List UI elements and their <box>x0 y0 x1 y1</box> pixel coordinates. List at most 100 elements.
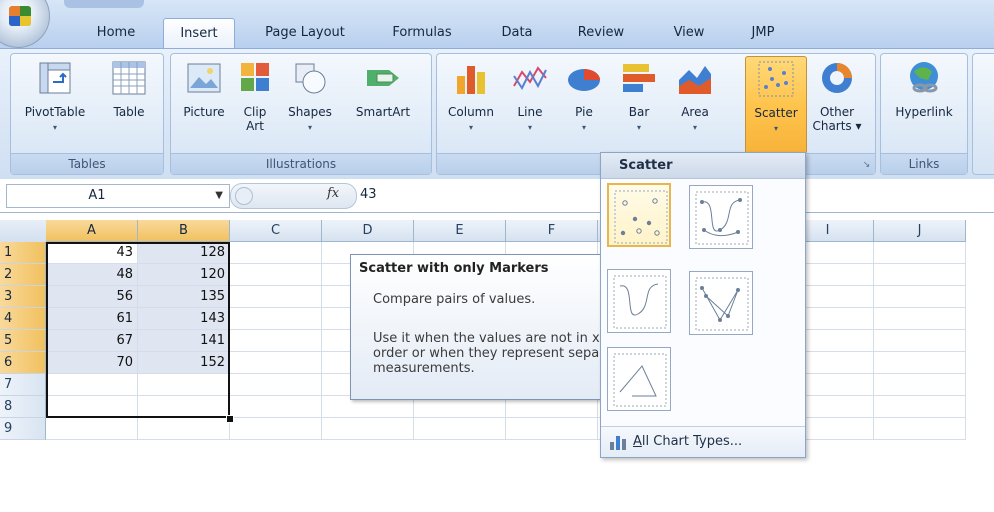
cell-j6[interactable] <box>874 352 966 374</box>
cell-j1[interactable] <box>874 242 966 264</box>
cell-b4[interactable]: 143 <box>138 308 230 330</box>
scatter-chart-button[interactable]: Scatter ▾ <box>745 56 807 154</box>
row-header-6[interactable]: 6 <box>0 352 46 374</box>
cell-b6[interactable]: 152 <box>138 352 230 374</box>
cell-b1[interactable]: 128 <box>138 242 230 264</box>
column-header-f[interactable]: F <box>506 220 598 242</box>
insert-function-icon[interactable]: fx <box>327 186 339 201</box>
tab-formulas[interactable]: Formulas <box>380 18 464 48</box>
row-header-3[interactable]: 3 <box>0 286 46 308</box>
cell-c4[interactable] <box>230 308 322 330</box>
tab-data[interactable]: Data <box>492 18 542 48</box>
shapes-button[interactable]: Shapes ▾ <box>279 56 341 152</box>
column-chart-button[interactable]: Column ▾ <box>441 56 501 152</box>
cell-j3[interactable] <box>874 286 966 308</box>
row-header-9[interactable]: 9 <box>0 418 46 440</box>
cell-j8[interactable] <box>874 396 966 418</box>
chevron-down-icon[interactable]: ▼ <box>215 185 223 207</box>
cell-c5[interactable] <box>230 330 322 352</box>
cell-j9[interactable] <box>874 418 966 440</box>
cell-a3[interactable]: 56 <box>46 286 138 308</box>
group-tables: PivotTable ▾ Table Tables <box>10 53 164 175</box>
row-header-5[interactable]: 5 <box>0 330 46 352</box>
name-box[interactable]: A1 ▼ <box>6 184 230 208</box>
column-header-c[interactable]: C <box>230 220 322 242</box>
line-chart-button[interactable]: Line ▾ <box>505 56 555 152</box>
mnemonic-letter: A <box>633 434 642 449</box>
column-header-d[interactable]: D <box>322 220 414 242</box>
select-all-corner[interactable] <box>0 220 47 243</box>
smartart-button[interactable]: SmartArt <box>343 56 423 152</box>
row-header-4[interactable]: 4 <box>0 308 46 330</box>
cell-a4[interactable]: 61 <box>46 308 138 330</box>
cell-j5[interactable] <box>874 330 966 352</box>
scatter-smooth-lines-option[interactable] <box>607 269 671 333</box>
area-chart-button[interactable]: Area ▾ <box>669 56 721 152</box>
other-charts-button[interactable]: Other Charts ▾ <box>809 56 865 152</box>
tab-view[interactable]: View <box>664 18 714 48</box>
cell-d9[interactable] <box>322 418 414 440</box>
cell-b5[interactable]: 141 <box>138 330 230 352</box>
scatter-straight-lines-markers-option[interactable] <box>689 271 753 335</box>
fill-handle[interactable] <box>226 415 234 423</box>
cell-a1[interactable]: 43 <box>46 242 138 264</box>
cell-c6[interactable] <box>230 352 322 374</box>
pivottable-button[interactable]: PivotTable ▾ <box>15 56 95 152</box>
chevron-down-icon: ▾ <box>468 123 473 132</box>
cell-b2[interactable]: 120 <box>138 264 230 286</box>
quick-access-toolbar[interactable] <box>64 0 144 8</box>
cell-f9[interactable] <box>506 418 598 440</box>
tab-page-layout[interactable]: Page Layout <box>252 18 358 48</box>
cell-b3[interactable]: 135 <box>138 286 230 308</box>
column-header-j[interactable]: J <box>874 220 966 242</box>
scatter-markers-only-option[interactable] <box>607 183 671 247</box>
cell-b8[interactable] <box>138 396 230 418</box>
cell-e9[interactable] <box>414 418 506 440</box>
dialog-launcher-icon[interactable]: ↘ <box>861 160 872 171</box>
chevron-down-icon: ▾ <box>773 124 778 133</box>
cell-j4[interactable] <box>874 308 966 330</box>
area-label: Area <box>681 105 709 119</box>
cell-a2[interactable]: 48 <box>46 264 138 286</box>
row-header-2[interactable]: 2 <box>0 264 46 286</box>
chevron-down-icon: ▾ <box>581 123 586 132</box>
scatter-straight-lines-option[interactable] <box>607 347 671 411</box>
scatter-smooth-lines-markers-option[interactable] <box>689 185 753 249</box>
column-header-e[interactable]: E <box>414 220 506 242</box>
cell-c1[interactable] <box>230 242 322 264</box>
cell-j2[interactable] <box>874 264 966 286</box>
row-header-1[interactable]: 1 <box>0 242 46 264</box>
cell-c9[interactable] <box>230 418 322 440</box>
tab-home[interactable]: Home <box>88 18 144 48</box>
office-button[interactable] <box>0 0 50 48</box>
bar-chart-button[interactable]: Bar ▾ <box>613 56 665 152</box>
table-button[interactable]: Table <box>101 56 157 152</box>
clip-art-button[interactable]: Clip Art <box>233 56 277 152</box>
pie-label: Pie <box>575 105 593 119</box>
cell-a7[interactable] <box>46 374 138 396</box>
hyperlink-button[interactable]: Hyperlink <box>885 56 963 152</box>
tab-insert[interactable]: Insert <box>163 18 235 49</box>
cell-c7[interactable] <box>230 374 322 396</box>
cell-b9[interactable] <box>138 418 230 440</box>
pivottable-icon <box>39 62 71 94</box>
tab-jmp[interactable]: JMP <box>740 18 786 48</box>
row-header-8[interactable]: 8 <box>0 396 46 418</box>
picture-button[interactable]: Picture <box>175 56 233 152</box>
cell-j7[interactable] <box>874 374 966 396</box>
resize-handle[interactable] <box>235 187 253 205</box>
cell-b7[interactable] <box>138 374 230 396</box>
pie-chart-button[interactable]: Pie ▾ <box>559 56 609 152</box>
cell-a6[interactable]: 70 <box>46 352 138 374</box>
cell-a9[interactable] <box>46 418 138 440</box>
tab-review[interactable]: Review <box>570 18 632 48</box>
cell-a5[interactable]: 67 <box>46 330 138 352</box>
column-header-a[interactable]: A <box>46 220 138 242</box>
all-chart-types-button[interactable]: All Chart Types... <box>601 426 805 457</box>
cell-a8[interactable] <box>46 396 138 418</box>
column-header-b[interactable]: B <box>138 220 230 242</box>
cell-c8[interactable] <box>230 396 322 418</box>
row-header-7[interactable]: 7 <box>0 374 46 396</box>
cell-c2[interactable] <box>230 264 322 286</box>
cell-c3[interactable] <box>230 286 322 308</box>
